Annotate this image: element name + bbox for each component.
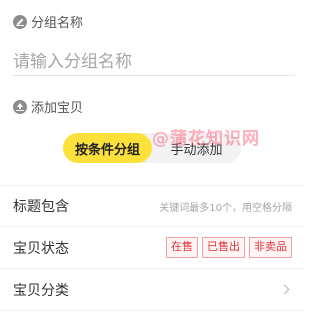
title-contains-row[interactable]: 标题包含 关键词最多10个，用空格分隔 [0, 185, 305, 227]
upload-icon [13, 99, 27, 114]
add-items-header: 添加宝贝 [13, 97, 83, 116]
group-name-header: 分组名称 [13, 12, 83, 31]
item-category-row[interactable]: 宝贝分类 [0, 269, 305, 311]
status-tag-not-for-sale[interactable]: 非卖品 [249, 237, 292, 258]
status-tag-on-sale[interactable]: 在售 [166, 237, 198, 258]
edit-icon [13, 14, 27, 29]
item-status-label: 宝贝状态 [13, 240, 69, 257]
chevron-right-icon [279, 284, 290, 295]
add-items-label: 添加宝贝 [31, 101, 84, 116]
keyword-input-hint[interactable]: 关键词最多10个，用空格分隔 [159, 199, 292, 214]
status-tag-sold[interactable]: 已售出 [202, 237, 245, 258]
status-tag-group: 在售 已售出 非卖品 [162, 237, 292, 258]
title-contains-label: 标题包含 [13, 199, 69, 215]
item-status-row: 宝贝状态 在售 已售出 非卖品 [0, 227, 305, 269]
watermark: @蒲花知识网 [152, 129, 260, 149]
item-category-label: 宝贝分类 [13, 282, 69, 299]
group-name-input[interactable] [13, 48, 295, 76]
group-name-label: 分组名称 [31, 16, 84, 31]
tab-condition-group[interactable]: 按条件分组 [63, 133, 152, 163]
